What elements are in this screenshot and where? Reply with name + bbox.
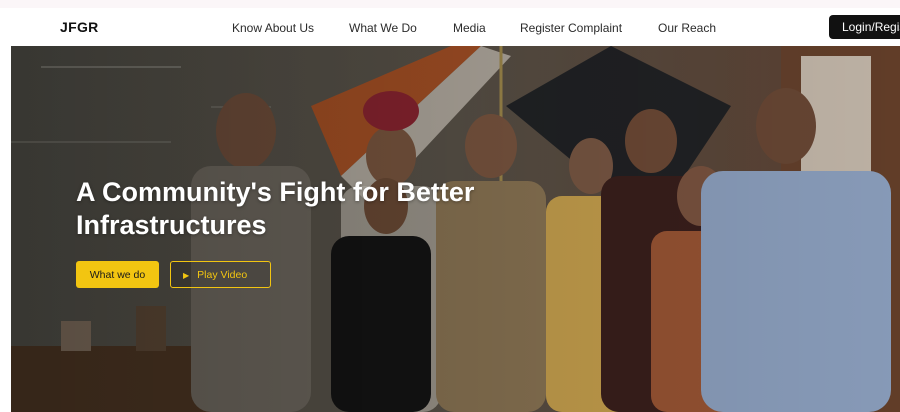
what-we-do-button[interactable]: What we do — [76, 261, 159, 288]
navbar: JFGR Know About Us What We Do Media Regi… — [0, 8, 900, 46]
nav-media[interactable]: Media — [453, 21, 486, 35]
hero-headline: A Community's Fight for Better Infrastru… — [76, 176, 596, 242]
login-register-button[interactable]: Login/Register — [829, 15, 900, 39]
hero-banner: A Community's Fight for Better Infrastru… — [11, 46, 900, 412]
play-video-button[interactable]: ▶ Play Video — [170, 261, 271, 288]
nav-know-about-us[interactable]: Know About Us — [232, 21, 314, 35]
nav-register-complaint[interactable]: Register Complaint — [520, 21, 622, 35]
nav-what-we-do[interactable]: What We Do — [349, 21, 417, 35]
hero-headline-line-1: A Community's Fight for Better — [76, 177, 475, 207]
brand-logo[interactable]: JFGR — [60, 19, 99, 35]
play-video-label: Play Video — [197, 269, 248, 281]
top-accent-line — [0, 0, 900, 8]
play-icon: ▶ — [183, 271, 190, 280]
nav-our-reach[interactable]: Our Reach — [658, 21, 716, 35]
hero-headline-line-2: Infrastructures — [76, 210, 267, 240]
